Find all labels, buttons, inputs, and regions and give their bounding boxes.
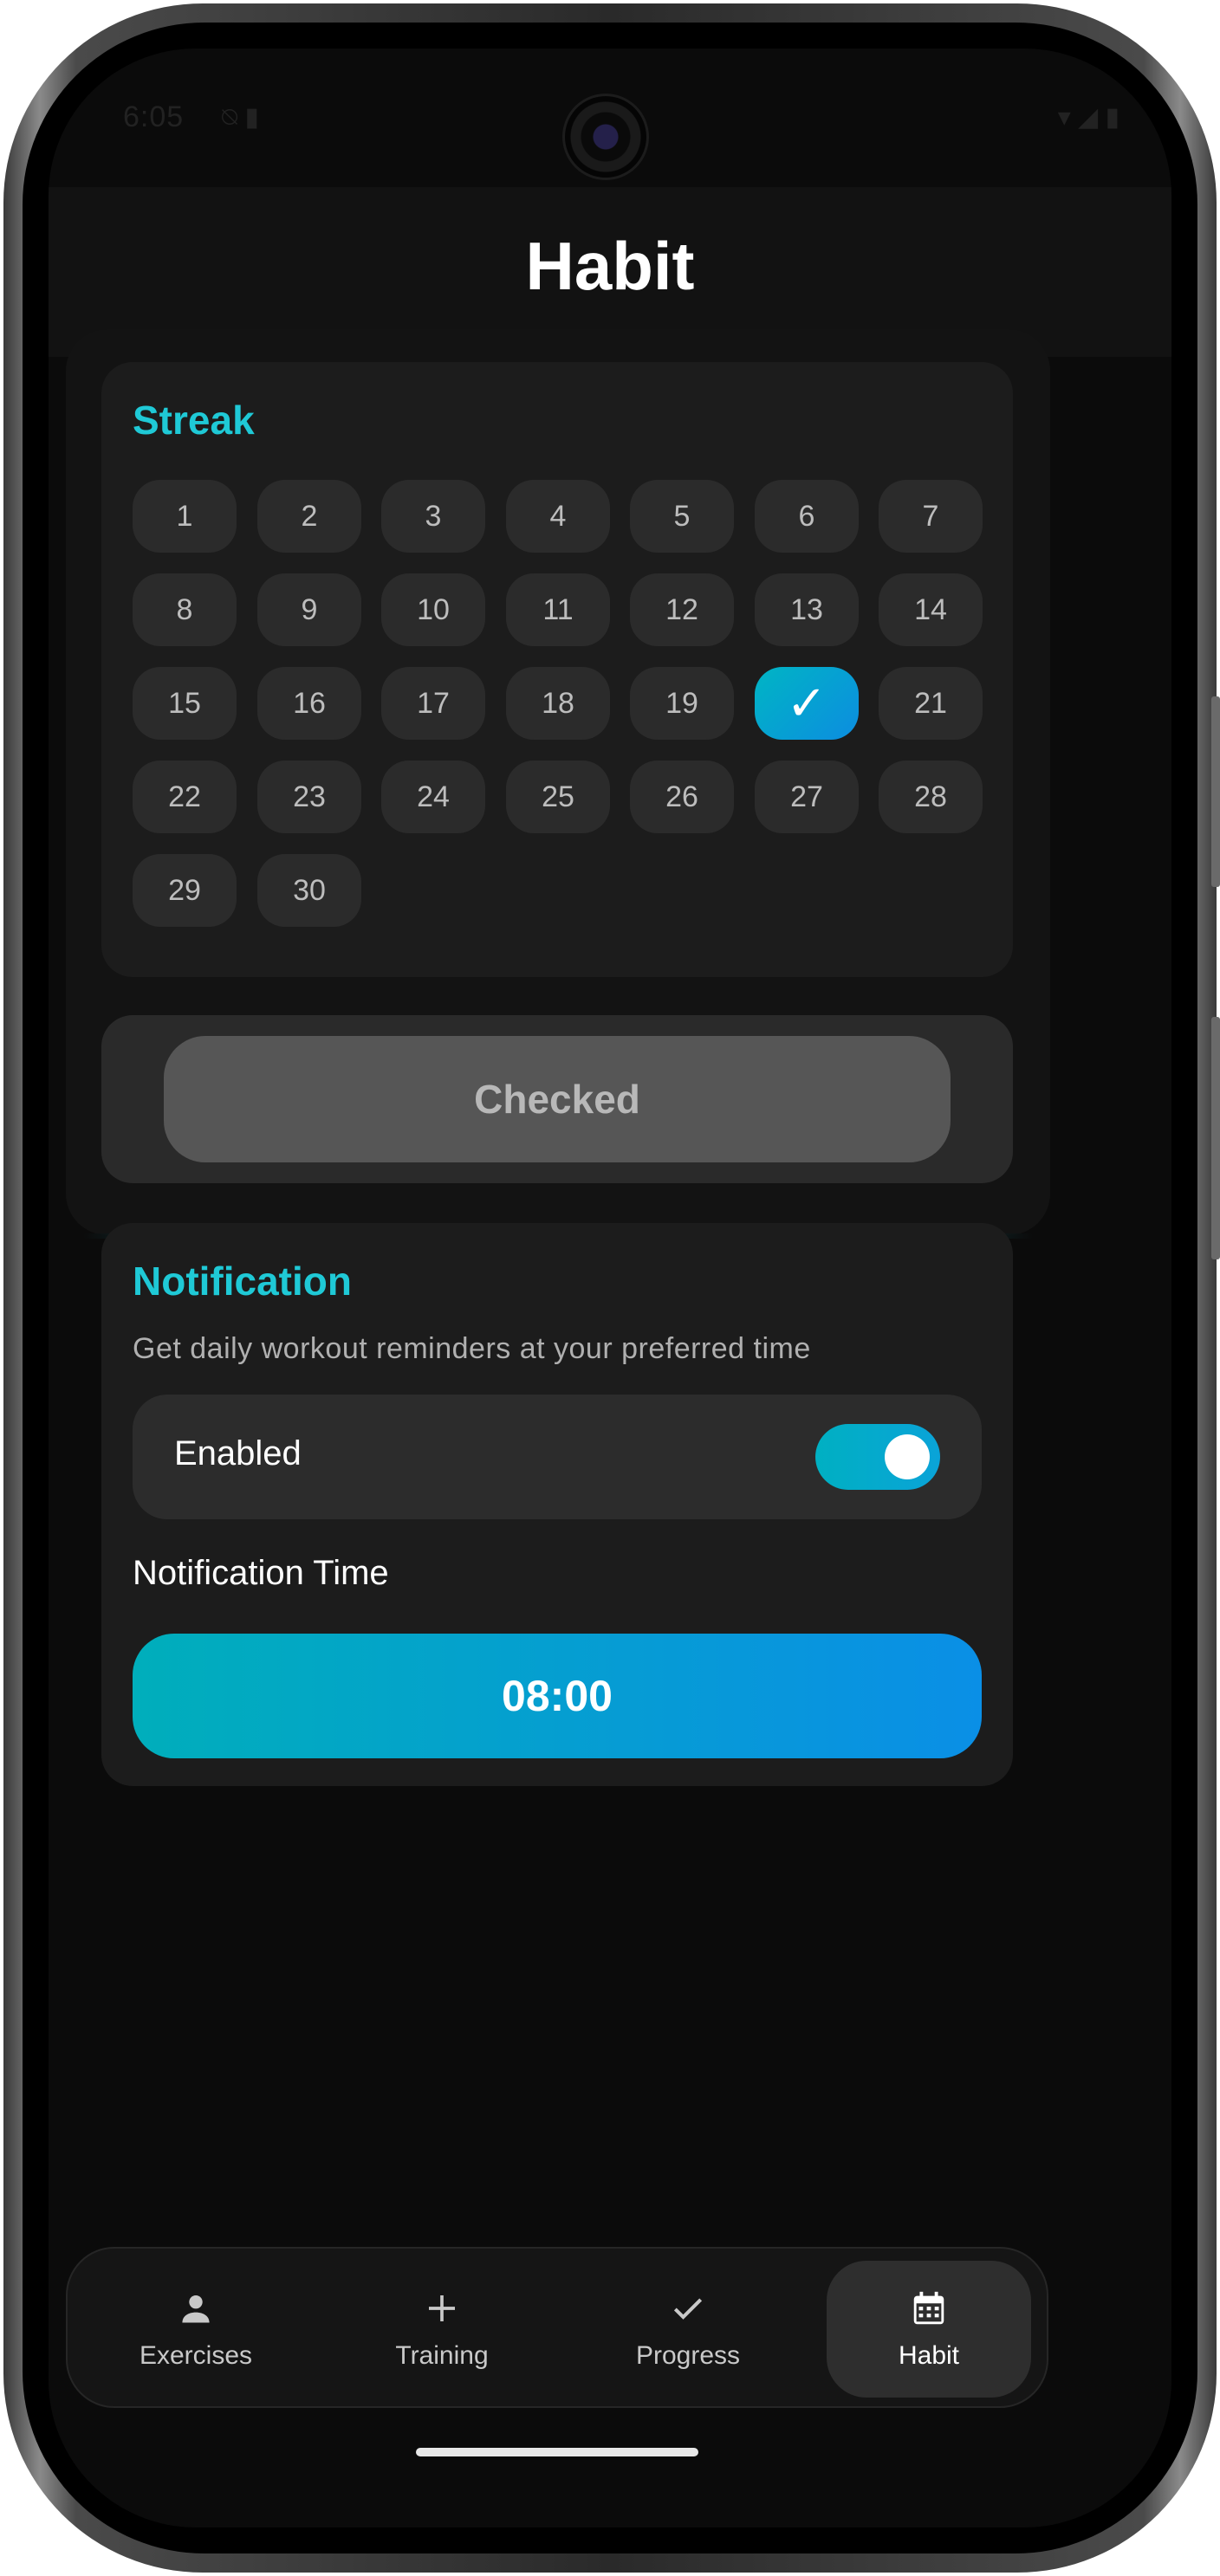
streak-day[interactable]: 19 bbox=[630, 667, 734, 740]
toggle-knob bbox=[885, 1434, 930, 1479]
streak-day[interactable]: 1 bbox=[133, 480, 237, 553]
status-bar: 6:05 ⍉ ▮ ▾ ◢ ▮ bbox=[49, 49, 1171, 187]
checked-button-container: Checked bbox=[101, 1015, 1013, 1183]
streak-day[interactable]: 28 bbox=[879, 761, 983, 833]
plus-icon bbox=[421, 2288, 463, 2329]
home-indicator bbox=[416, 2448, 698, 2456]
streak-day[interactable]: 27 bbox=[755, 761, 859, 833]
streak-day[interactable]: 5 bbox=[630, 480, 734, 553]
front-camera bbox=[562, 94, 649, 180]
streak-day[interactable]: 17 bbox=[381, 667, 485, 740]
streak-title: Streak bbox=[133, 398, 255, 443]
enabled-row: Enabled bbox=[133, 1395, 982, 1519]
status-time: 6:05 bbox=[123, 100, 185, 133]
streak-day[interactable]: 21 bbox=[879, 667, 983, 740]
status-left-icons: ⍉ ▮ bbox=[222, 103, 259, 132]
streak-day[interactable]: 14 bbox=[879, 573, 983, 646]
check-icon bbox=[667, 2288, 709, 2329]
streak-day[interactable]: 24 bbox=[381, 761, 485, 833]
streak-day[interactable]: 8 bbox=[133, 573, 237, 646]
notification-time-label: Notification Time bbox=[133, 1554, 389, 1592]
notification-description: Get daily workout reminders at your pref… bbox=[133, 1332, 811, 1365]
person-icon bbox=[175, 2288, 217, 2329]
streak-day[interactable]: 25 bbox=[506, 761, 610, 833]
streak-day[interactable]: 18 bbox=[506, 667, 610, 740]
streak-day[interactable]: 30 bbox=[257, 854, 361, 927]
notification-title: Notification bbox=[133, 1259, 352, 1304]
streak-day[interactable]: 2 bbox=[257, 480, 361, 553]
page-title: Habit bbox=[525, 228, 695, 304]
streak-day[interactable]: 23 bbox=[257, 761, 361, 833]
streak-day[interactable]: 12 bbox=[630, 573, 734, 646]
notification-card: Notification Get daily workout reminders… bbox=[101, 1223, 1013, 1786]
nav-label-training: Training bbox=[395, 2341, 489, 2370]
notification-time-button[interactable]: 08:00 bbox=[133, 1634, 982, 1758]
streak-day[interactable]: 22 bbox=[133, 761, 237, 833]
enabled-label: Enabled bbox=[174, 1434, 302, 1472]
power-button bbox=[1211, 1017, 1220, 1259]
bottom-navigation: Exercises Training Progress Habit bbox=[66, 2247, 1048, 2408]
calendar-icon bbox=[908, 2288, 950, 2329]
streak-day[interactable]: 11 bbox=[506, 573, 610, 646]
streak-day[interactable]: 16 bbox=[257, 667, 361, 740]
streak-card: Streak 1 2 3 4 5 6 7 8 9 10 11 12 13 14 15 16 17 18 19 ✓ 21 2… bbox=[101, 362, 1013, 977]
status-right-icons: ▾ ◢ ▮ bbox=[1057, 103, 1119, 132]
streak-day[interactable]: 29 bbox=[133, 854, 237, 927]
streak-day-checked[interactable]: ✓ bbox=[755, 667, 859, 740]
nav-label-exercises: Exercises bbox=[139, 2341, 253, 2370]
streak-day[interactable]: 10 bbox=[381, 573, 485, 646]
streak-day[interactable]: 9 bbox=[257, 573, 361, 646]
streak-day[interactable]: 3 bbox=[381, 480, 485, 553]
nav-label-habit: Habit bbox=[898, 2341, 960, 2370]
volume-button bbox=[1211, 696, 1220, 887]
nav-item-exercises[interactable]: Exercises bbox=[94, 2261, 298, 2398]
nav-label-progress: Progress bbox=[635, 2341, 741, 2370]
streak-day[interactable]: 4 bbox=[506, 480, 610, 553]
nav-item-training[interactable]: Training bbox=[340, 2261, 544, 2398]
checked-button[interactable]: Checked bbox=[164, 1036, 951, 1162]
streak-day[interactable]: 26 bbox=[630, 761, 734, 833]
notification-toggle[interactable] bbox=[815, 1424, 940, 1490]
streak-day[interactable]: 7 bbox=[879, 480, 983, 553]
nav-item-habit[interactable]: Habit bbox=[827, 2261, 1031, 2398]
streak-day[interactable]: 13 bbox=[755, 573, 859, 646]
nav-item-progress[interactable]: Progress bbox=[586, 2261, 790, 2398]
streak-day[interactable]: 15 bbox=[133, 667, 237, 740]
streak-day[interactable]: 6 bbox=[755, 480, 859, 553]
